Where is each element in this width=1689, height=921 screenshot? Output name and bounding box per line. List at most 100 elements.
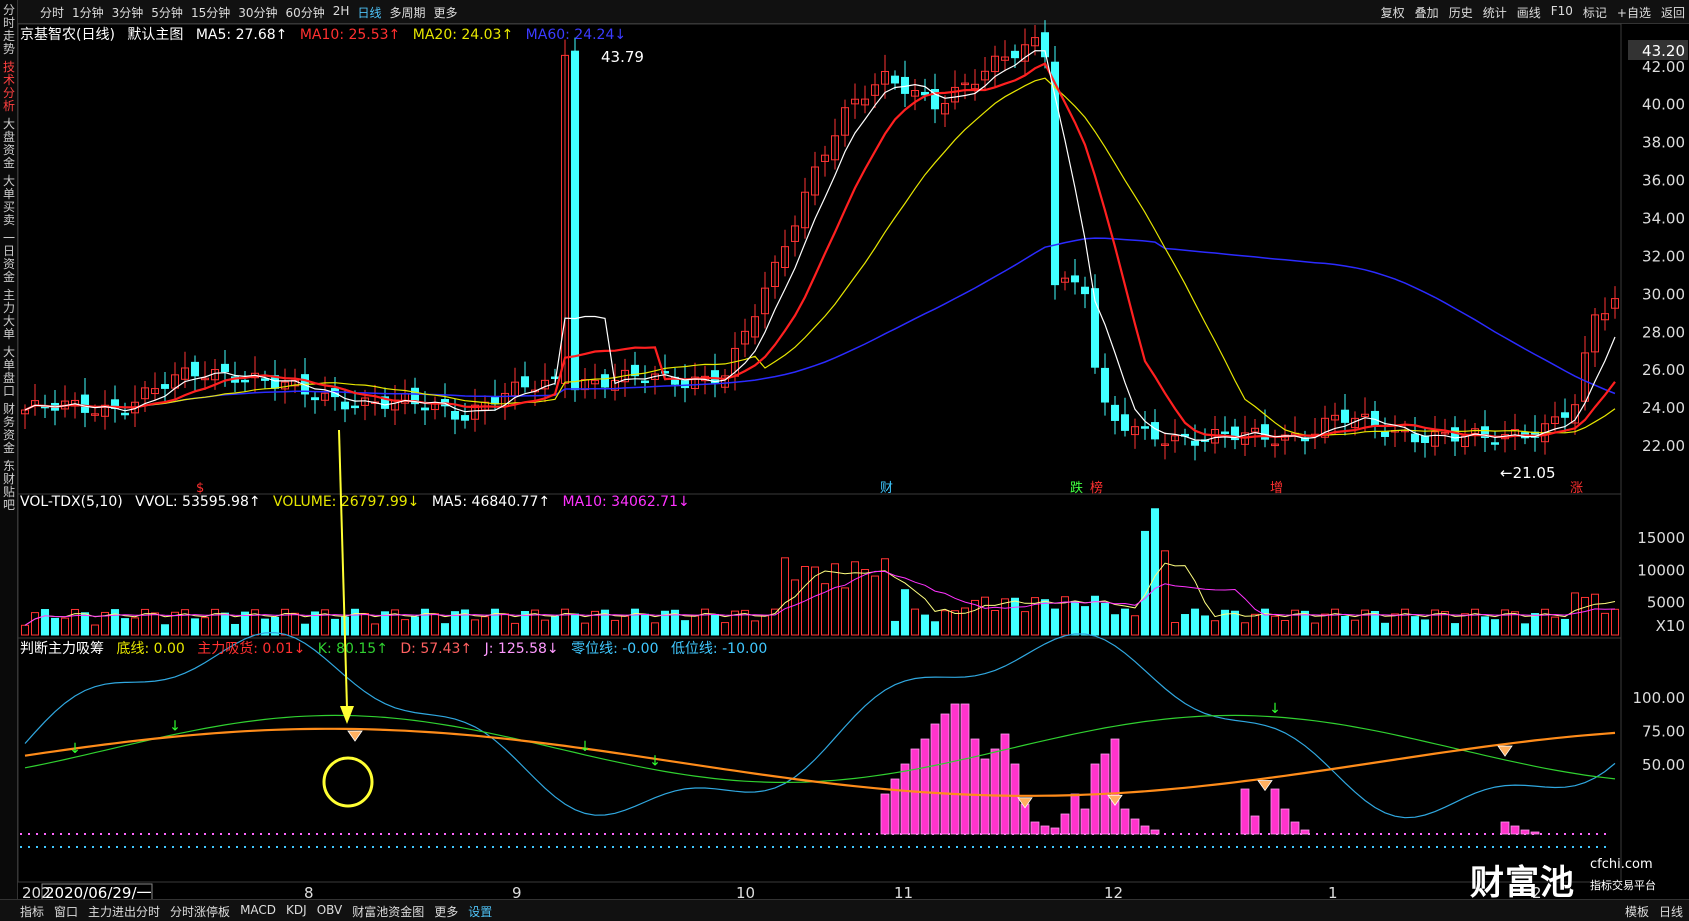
bottom-tab[interactable]: 设置	[468, 903, 492, 920]
candle-body	[1011, 50, 1019, 59]
volume-bar	[1581, 596, 1589, 636]
vol-ma10-label: MA10: 34062.71↓	[562, 494, 690, 510]
accum-bar	[1240, 788, 1250, 835]
volume-bar	[1281, 619, 1289, 636]
ma10-line	[24, 62, 1616, 439]
volume-bar	[1201, 615, 1209, 636]
bottom-right-button[interactable]: 日线	[1659, 903, 1683, 920]
bottom-tab[interactable]: 分时涨停板	[170, 903, 230, 920]
volume-bar	[541, 619, 549, 636]
diamond-signal-icon	[1107, 794, 1123, 806]
ind-zero: 零位线: -0.00	[571, 641, 659, 657]
volume-bar	[331, 618, 339, 636]
volume-bar	[611, 619, 619, 636]
volume-bar	[641, 613, 649, 636]
bottom-tab[interactable]: 主力进出分时	[88, 903, 160, 920]
price-tick: 30.00	[1642, 285, 1685, 303]
bottom-right: 模板 日线	[1625, 903, 1683, 920]
volume-bar	[1231, 610, 1239, 636]
candle-body	[551, 376, 559, 380]
volume-bar	[1611, 608, 1619, 636]
volume-bar	[81, 612, 89, 636]
volume-bar	[1131, 615, 1139, 636]
volume-bar	[51, 617, 59, 636]
volume-bar	[1481, 616, 1489, 636]
accum-bar	[1080, 808, 1090, 835]
indicator-legend: 判断主力吸筹 底线: 0.00 主力吸货: 0.01↓ K: 80.15↑ D:…	[20, 638, 775, 658]
preset-label[interactable]: 默认主图	[127, 27, 183, 43]
volume-bar	[1101, 602, 1109, 636]
volume-bar	[1331, 608, 1339, 636]
ma10-label: MA10: 25.53↑	[299, 27, 401, 43]
highlight-arrow-line	[338, 429, 348, 709]
volume-bar	[1081, 606, 1089, 636]
bottom-tab[interactable]: MACD	[240, 903, 276, 920]
volume-bar	[651, 622, 659, 636]
bottom-tab[interactable]: OBV	[317, 903, 343, 920]
time-label: 2020/06/29/一	[45, 884, 152, 899]
accum-bar	[1050, 827, 1060, 835]
volume-bar	[901, 589, 909, 636]
volume-bar	[1211, 620, 1219, 636]
candle-body	[161, 384, 169, 389]
accum-bar	[1120, 808, 1130, 835]
time-label: 11	[894, 884, 913, 899]
bottom-tab[interactable]: 指标	[20, 903, 44, 920]
cfchi-logo: 财富池 cfchi.com 指标交易平台	[1470, 855, 1656, 904]
down-arrow-icon: ↓	[69, 741, 81, 757]
volume-bar	[831, 563, 839, 636]
candle-body	[1141, 426, 1149, 429]
logo-name: 财富池	[1470, 863, 1575, 903]
candle-body	[351, 405, 359, 409]
candle-body	[1561, 412, 1569, 418]
volume-bar	[1351, 619, 1359, 636]
price-tick: 24.00	[1642, 399, 1685, 417]
volume-bar	[471, 619, 479, 636]
accum-bar	[1500, 821, 1510, 835]
candle-body	[1221, 431, 1229, 435]
candle-body	[521, 376, 529, 388]
candle-body	[1081, 286, 1089, 295]
volume-bar	[951, 610, 959, 636]
candle-body	[1491, 442, 1499, 445]
candle-body	[421, 407, 429, 411]
vol-name: VOL-TDX(5,10)	[20, 494, 123, 510]
ma5-label: MA5: 27.68↑	[195, 27, 288, 43]
volume-bar	[941, 610, 949, 636]
bottom-tab[interactable]: 更多	[434, 903, 458, 920]
bottom-tab[interactable]: 窗口	[54, 903, 78, 920]
volume-bar	[751, 620, 759, 636]
candle-body	[311, 397, 319, 401]
volume-bar	[411, 616, 419, 636]
k-line	[24, 714, 1616, 784]
accum-bar	[1040, 825, 1050, 835]
volume-bar	[511, 622, 519, 636]
volume-unit: X10	[1656, 617, 1685, 635]
candle-body	[191, 361, 199, 377]
candle-body	[341, 401, 349, 410]
ma60-label: MA60: 24.24↓	[525, 27, 627, 43]
bottom-right-button[interactable]: 模板	[1625, 903, 1649, 920]
vvol-label: VVOL: 53595.98↑	[135, 494, 261, 510]
stock-chart[interactable]: 22.00 24.00 26.00 28.00 30.00 32.00 34.00 36.00…	[0, 0, 1689, 899]
candle-group	[21, 20, 1619, 461]
time-label: 12	[1104, 884, 1123, 899]
diamond-signal-icon	[1257, 780, 1273, 792]
accum-bar	[930, 723, 940, 835]
volume-bar	[1181, 614, 1189, 636]
ind-main: 主力吸货: 0.01↓	[197, 641, 306, 657]
accum-bar	[1150, 829, 1160, 835]
logo-tag: 指标交易平台	[1590, 879, 1656, 892]
volume-bar	[981, 596, 989, 636]
bottom-tab[interactable]: KDJ	[286, 903, 307, 920]
volume-bar	[841, 587, 849, 636]
accum-bar	[1290, 821, 1300, 835]
ind-d: D: 57.43↑	[400, 641, 473, 657]
candle-body	[221, 363, 229, 373]
indicator-tick: 75.00	[1642, 723, 1685, 741]
volume-bar	[1521, 623, 1529, 636]
bottom-tab[interactable]: 财富池资金图	[352, 903, 424, 920]
volume-bar	[721, 622, 729, 636]
time-label: 10	[736, 884, 755, 899]
volume-bar	[1391, 613, 1399, 636]
